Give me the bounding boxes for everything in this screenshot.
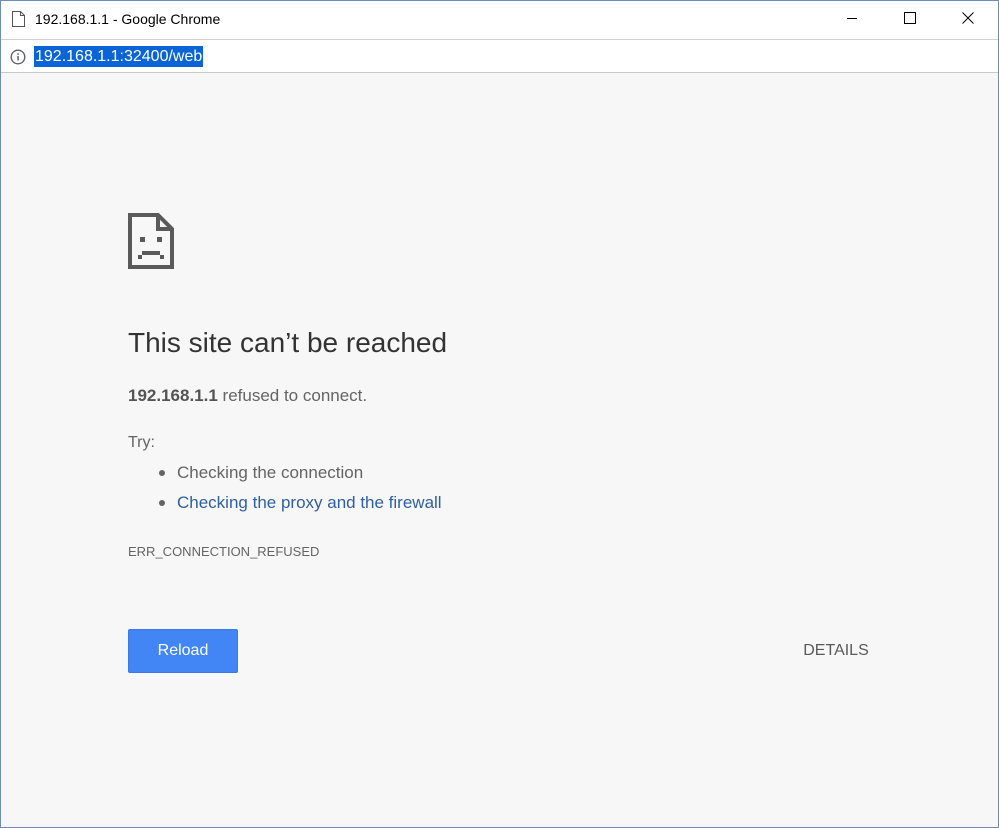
error-code: ERR_CONNECTION_REFUSED <box>128 544 320 559</box>
error-page: This site can’t be reached 192.168.1.1 r… <box>1 73 998 827</box>
suggestion-check-connection: Checking the connection <box>159 462 442 492</box>
address-bar[interactable]: 192.168.1.1:32400/web <box>1 39 998 73</box>
reload-button[interactable]: Reload <box>128 629 238 673</box>
url-field[interactable]: 192.168.1.1:32400/web <box>34 46 204 67</box>
maximize-icon <box>904 11 916 29</box>
maximize-button[interactable] <box>881 1 939 39</box>
suggestion-link[interactable]: Checking the proxy and the firewall <box>177 493 442 512</box>
info-icon[interactable] <box>10 49 26 65</box>
sad-document-icon <box>128 213 174 269</box>
details-button[interactable]: DETAILS <box>791 639 881 663</box>
window-title: 192.168.1.1 - Google Chrome <box>35 11 221 27</box>
error-heading: This site can’t be reached <box>128 327 448 358</box>
close-icon <box>962 11 974 29</box>
error-message-suffix: refused to connect. <box>217 386 368 405</box>
title-bar: 192.168.1.1 - Google Chrome <box>1 1 998 39</box>
browser-window: 192.168.1.1 - Google Chrome 192.168.1.1:… <box>0 0 999 828</box>
close-button[interactable] <box>939 1 997 39</box>
suggestion-label: Checking the connection <box>177 463 364 482</box>
bullet-icon <box>159 500 165 506</box>
error-host: 192.168.1.1 <box>128 386 218 405</box>
suggestion-check-proxy-firewall[interactable]: Checking the proxy and the firewall <box>159 492 442 522</box>
error-message: 192.168.1.1 refused to connect. <box>128 386 367 406</box>
minimize-button[interactable] <box>823 1 881 39</box>
bullet-icon <box>159 470 165 476</box>
page-icon <box>12 11 25 27</box>
suggestions-list: Checking the connection Checking the pro… <box>159 462 442 522</box>
try-label: Try: <box>128 434 155 451</box>
minimize-icon <box>846 11 858 29</box>
